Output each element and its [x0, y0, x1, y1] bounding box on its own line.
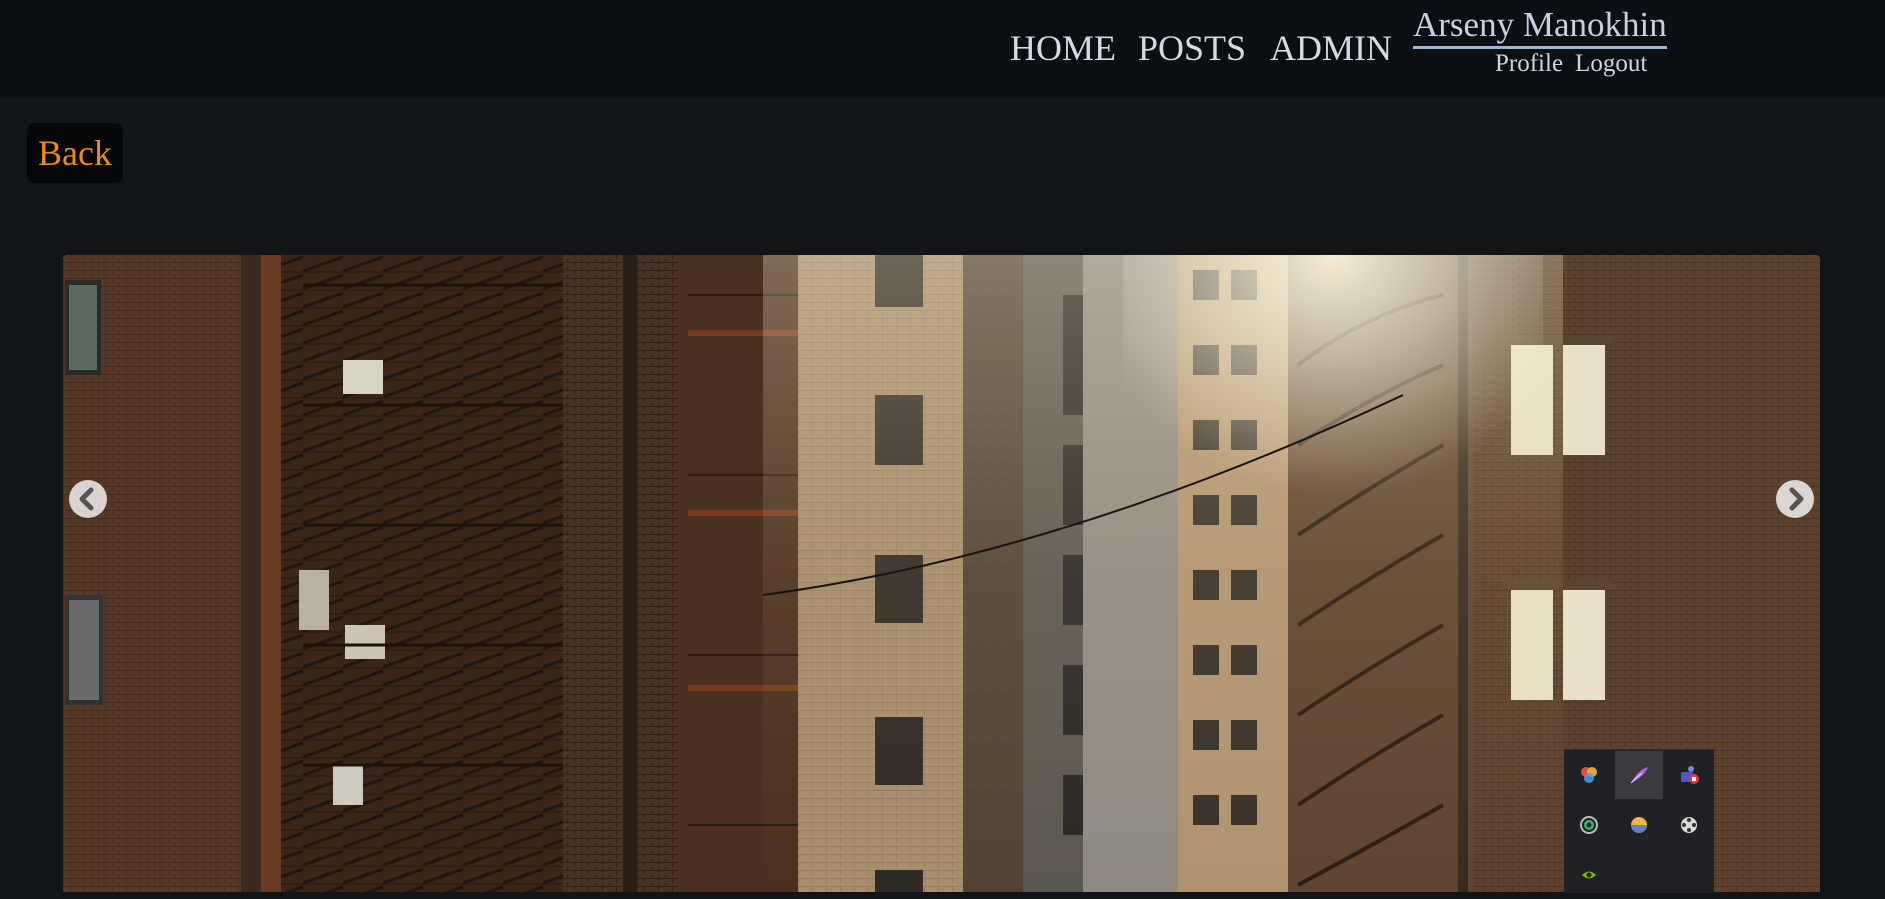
nav-home-link[interactable]: HOME	[1010, 26, 1116, 70]
half-moon-icon	[1631, 817, 1647, 833]
logout-link[interactable]: Logout	[1575, 50, 1647, 77]
tray-item-target[interactable]	[1565, 801, 1613, 849]
nav-admin-link[interactable]: ADMIN	[1270, 26, 1392, 70]
feather-icon	[1630, 767, 1648, 784]
nav-posts-link[interactable]: POSTS	[1138, 26, 1246, 70]
tray-item-feather[interactable]	[1615, 751, 1663, 799]
user-sub-links: Profile Logout	[1495, 50, 1647, 78]
film-reel-icon	[1681, 817, 1697, 833]
color-wheel-icon	[1581, 767, 1597, 783]
tray-item-half-moon[interactable]	[1615, 801, 1663, 849]
system-tray-overflow	[1564, 749, 1714, 893]
carousel-next-button[interactable]	[1776, 480, 1814, 518]
carousel-image	[63, 255, 1820, 892]
chevron-left-icon	[79, 487, 94, 511]
tray-item-film-reel[interactable]	[1665, 801, 1713, 849]
tray-item-teams[interactable]	[1665, 751, 1713, 799]
user-menu: Arseny Manokhin Profile Logout	[1413, 4, 1667, 77]
profile-link[interactable]: Profile	[1495, 50, 1563, 77]
tray-item-color-wheel[interactable]	[1565, 751, 1613, 799]
carousel-prev-button[interactable]	[69, 480, 107, 518]
back-button[interactable]: Back	[27, 123, 123, 183]
image-carousel	[63, 255, 1820, 892]
target-icon	[1580, 816, 1598, 834]
chevron-right-icon	[1789, 487, 1804, 511]
teams-icon	[1681, 766, 1699, 784]
top-navbar: HOME POSTS ADMIN Arseny Manokhin Profile…	[0, 0, 1885, 97]
nvidia-icon	[1582, 871, 1596, 879]
user-name-link[interactable]: Arseny Manokhin	[1413, 4, 1667, 49]
